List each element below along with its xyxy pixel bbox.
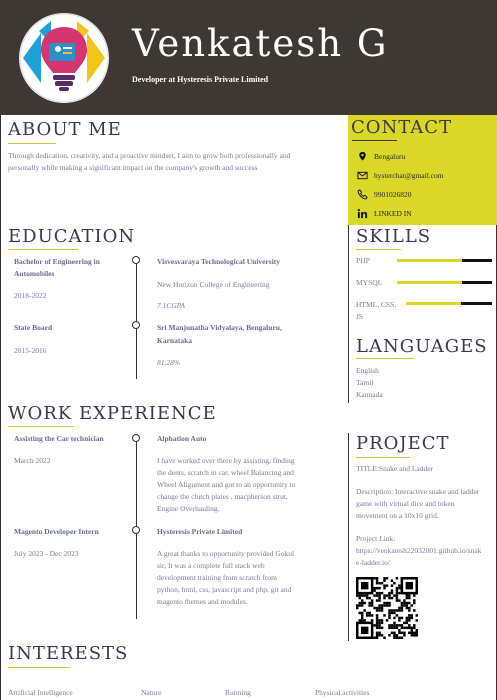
right-column-divider <box>348 225 349 403</box>
project-title: PROJECT <box>356 433 450 454</box>
work-desc-line: python, html, css, javascript and php, g… <box>157 585 292 594</box>
skill-bar-fill <box>397 259 462 262</box>
about-underline <box>8 143 56 144</box>
skill-name: MYSQL <box>356 278 383 287</box>
work-timeline-dot <box>132 526 140 534</box>
education-timeline-dot <box>132 256 140 264</box>
education-score: 7.1CGPA <box>157 301 185 310</box>
education-degree: State Board <box>14 323 53 332</box>
education-university: Visvesvaraya Technological University <box>157 257 281 266</box>
work-desc-line: sir, It was a complete full stack web <box>157 561 265 570</box>
interests-title: INTERESTS <box>8 643 129 664</box>
work-company: Hysteresis Private Limited <box>157 527 243 536</box>
interests-underline <box>8 667 70 668</box>
work-desc-line: I have worked over there by assisting, f… <box>157 456 295 465</box>
skill-name: PHP <box>356 256 370 265</box>
education-timeline-dot <box>132 321 140 329</box>
language-item: Kannada <box>356 390 383 399</box>
skills-title: SKILLS <box>356 226 432 247</box>
project-divider <box>348 433 349 641</box>
about-title: ABOUT ME <box>8 119 122 140</box>
language-item: Tamil <box>356 378 374 387</box>
person-name: Venkatesh G <box>132 22 389 65</box>
work-desc-line: magento themes and modules. <box>157 597 248 606</box>
work-date: July 2023 - Dec 2023 <box>14 549 79 558</box>
project-name: TITLE:Snake and Ladder <box>356 464 434 473</box>
education-school-cont: Karnataka <box>157 336 193 345</box>
language-item: English <box>356 366 379 375</box>
about-text-line2: personally while making a significant im… <box>8 163 258 172</box>
skill-bar <box>406 302 492 305</box>
lightbulb-logo-icon <box>19 13 109 103</box>
work-desc-line: Wheel Alignment and got to an opportunit… <box>157 480 296 489</box>
education-underline <box>8 249 78 250</box>
contact-location: Bengaluru <box>357 149 405 163</box>
contact-phone-text: 9901026820 <box>374 189 412 199</box>
work-desc-line: the dents, scratch in car, wheel Balanci… <box>157 468 294 477</box>
project-desc-line: movement on a 10x10 grid. <box>356 511 439 520</box>
project-underline <box>356 457 410 458</box>
work-desc-line: change the clutch plates , macpherson st… <box>157 492 288 501</box>
qr-code-graphic <box>356 577 418 639</box>
contact-underline <box>352 140 397 141</box>
project-link[interactable]: https://venkatesh22032001.github.io/snak <box>356 545 481 558</box>
location-pin-icon <box>359 151 366 161</box>
project-link-cont[interactable]: e-ladder.io/ <box>356 557 390 570</box>
avatar <box>19 13 109 103</box>
interest-item: Nature <box>141 688 162 697</box>
interest-item: Physical activities <box>315 688 370 697</box>
skill-bar-fill <box>406 302 462 305</box>
languages-title: LANGUAGES <box>356 336 488 357</box>
education-degree: Bachelor of Engineering in <box>14 257 100 266</box>
work-desc-line: A great thanks to opportunity provided G… <box>157 549 295 558</box>
work-underline <box>8 426 74 427</box>
skill-bar <box>397 259 492 262</box>
project-desc-line: Description: Interactive snake and ladde… <box>356 487 480 496</box>
skill-bar-fill <box>397 281 462 284</box>
education-years: 2015-2016 <box>14 346 47 355</box>
education-school: Sri Manjunatha Vidyalaya, Bengaluru, <box>157 323 282 332</box>
project-desc-line: game with virtual dice and token <box>356 499 455 508</box>
contact-location-text: Bengaluru <box>374 151 406 161</box>
education-degree-cont: Automobiles <box>14 269 55 278</box>
qr-code-icon[interactable] <box>356 577 418 639</box>
work-desc-line: development training from scratch from <box>157 573 277 582</box>
contact-title: CONTACT <box>351 117 453 138</box>
education-timeline <box>136 257 137 379</box>
project-link-label: Project Link: <box>356 534 396 543</box>
skill-name: HTML, CSS, <box>356 300 397 309</box>
skill-bar <box>397 281 492 284</box>
education-years: 2018-2022 <box>14 291 47 300</box>
linkedin-icon <box>357 208 368 218</box>
education-college: New Horizon College of Engineering <box>157 280 270 289</box>
work-date: March 2022 <box>14 456 51 465</box>
person-role: Developer at Hysteresis Private Limited <box>132 75 269 84</box>
mail-icon <box>357 171 368 179</box>
contact-email[interactable]: hysterchat@gmail.com <box>357 168 444 182</box>
page-border-left <box>0 115 1 700</box>
contact-linkedin-text: LINKED IN <box>374 208 412 218</box>
education-score: 81.28% <box>157 358 181 367</box>
contact-linkedin[interactable]: LINKED IN <box>357 206 412 220</box>
languages-underline <box>356 358 414 359</box>
work-title: WORK EXPERIENCE <box>8 403 217 424</box>
interest-item: Artificial Intelligence <box>8 688 73 697</box>
skill-name-cont: JS <box>356 312 364 321</box>
work-role: Assisting the Car technician <box>14 434 104 443</box>
phone-icon <box>357 188 368 199</box>
contact-phone[interactable]: 9901026820 <box>357 187 412 201</box>
education-title: EDUCATION <box>8 226 136 247</box>
interest-item: Running <box>225 688 251 697</box>
about-text-line1: Through dedication, creativity, and a pr… <box>8 151 291 160</box>
contact-email-text: hysterchat@gmail.com <box>374 170 444 180</box>
work-company: Alphation Auto <box>157 434 207 443</box>
work-role: Magento Developer Intern <box>14 527 99 536</box>
work-desc-line: Engine Overhauling. <box>157 504 220 513</box>
skills-underline <box>356 249 401 250</box>
work-timeline-dot <box>132 434 140 442</box>
